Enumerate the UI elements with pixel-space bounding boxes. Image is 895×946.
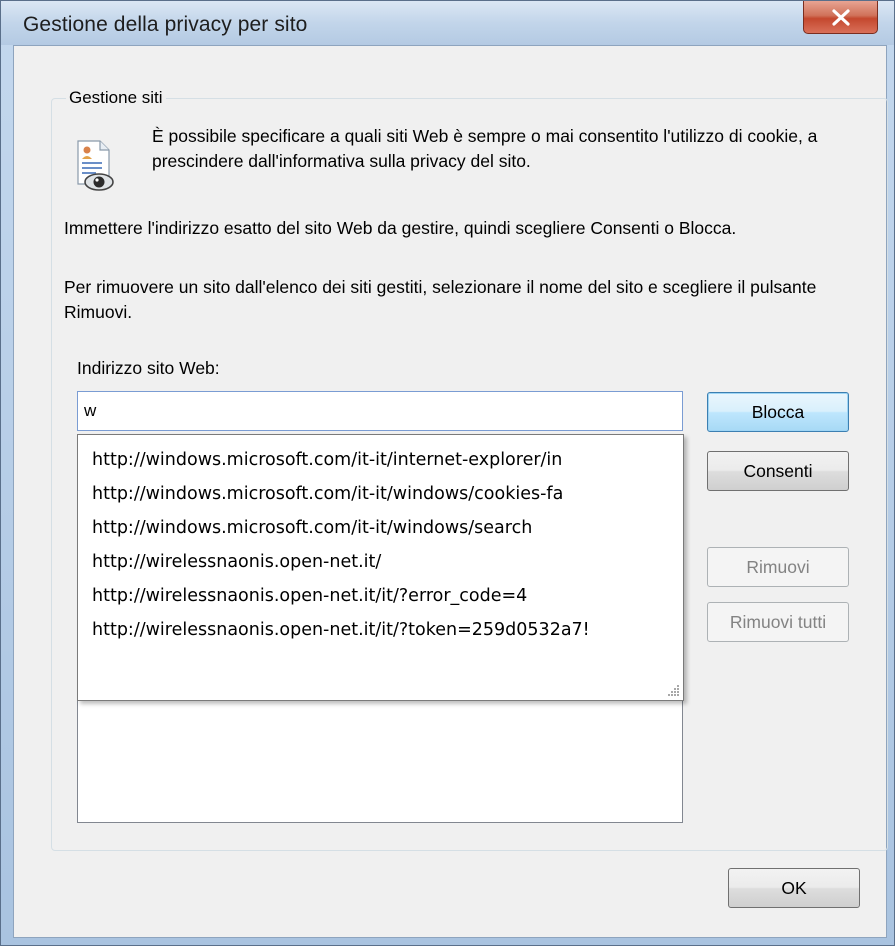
privacy-eye-document-icon (77, 140, 114, 191)
autocomplete-item[interactable]: http://wirelessnaonis.open-net.it/it/?er… (92, 579, 677, 613)
autocomplete-item[interactable]: http://wirelessnaonis.open-net.it/ (92, 545, 677, 579)
autocomplete-item[interactable]: http://windows.microsoft.com/it-it/windo… (92, 511, 677, 545)
resize-grip-icon[interactable] (666, 683, 680, 697)
autocomplete-item[interactable]: http://wirelessnaonis.open-net.it/it/?to… (92, 613, 677, 647)
dialog-window: Gestione della privacy per sito Gestione… (0, 0, 895, 946)
close-icon (832, 9, 850, 26)
title-bar[interactable]: Gestione della privacy per sito (1, 1, 894, 45)
autocomplete-item[interactable]: http://windows.microsoft.com/it-it/windo… (92, 477, 677, 511)
autocomplete-dropdown[interactable]: http://windows.microsoft.com/it-it/inter… (77, 434, 684, 701)
window-title: Gestione della privacy per sito (23, 13, 308, 36)
remove-all-button[interactable]: Rimuovi tutti (707, 602, 849, 642)
remove-instruction-text: Per rimuovere un sito dall'elenco dei si… (64, 277, 817, 322)
instruction-text: Immettere l'indirizzo esatto del sito We… (64, 218, 737, 238)
description-text: È possibile specificare a quali siti Web… (152, 126, 818, 171)
remove-button[interactable]: Rimuovi (707, 547, 849, 587)
address-label: Indirizzo sito Web: (77, 358, 220, 378)
ok-button[interactable]: OK (728, 868, 860, 908)
address-input[interactable] (77, 391, 683, 431)
dialog-client-area: Gestione siti È possibile specificare a … (13, 45, 888, 938)
block-button[interactable]: Blocca (707, 392, 849, 432)
close-button[interactable] (803, 1, 878, 34)
allow-button[interactable]: Consenti (707, 451, 849, 491)
groupbox-legend: Gestione siti (66, 88, 166, 108)
autocomplete-item[interactable]: http://windows.microsoft.com/it-it/inter… (92, 443, 677, 477)
